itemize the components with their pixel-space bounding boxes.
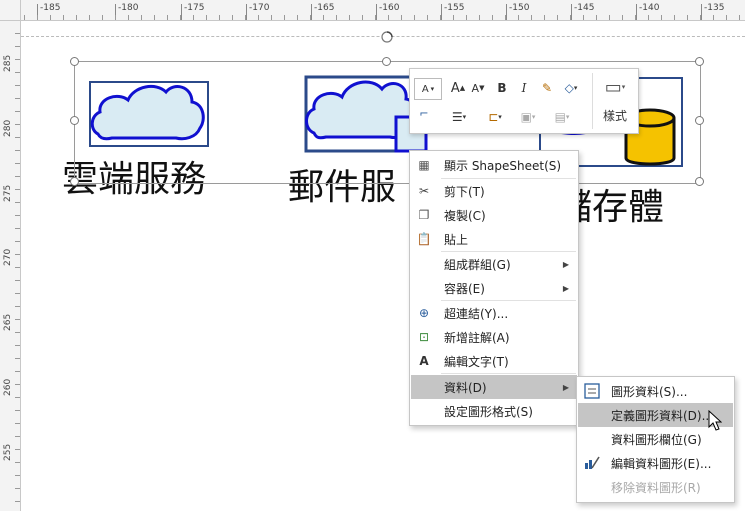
resize-handle-top-left[interactable] xyxy=(70,57,79,66)
ruler-label: 265 xyxy=(3,313,13,331)
submenu-item-label: 圖形資料(S)... xyxy=(611,384,688,399)
submenu-item-label: 編輯資料圖形(E)... xyxy=(611,456,712,471)
ruler-label: 285 xyxy=(3,54,13,72)
italic-icon[interactable]: I xyxy=(516,78,532,98)
menu-item-label: 顯示 ShapeSheet(S) xyxy=(444,158,562,173)
shape-data-icon xyxy=(584,383,600,399)
menu-item-edit-text[interactable]: A 編輯文字(T) xyxy=(411,349,577,373)
comment-icon: ⊡ xyxy=(418,330,430,344)
ruler-label: -175 xyxy=(184,3,205,13)
align-text-icon[interactable]: ☰ ▾ xyxy=(448,107,470,127)
ruler-label: 260 xyxy=(3,378,13,396)
ruler-label: -150 xyxy=(509,3,530,13)
ruler-label: -170 xyxy=(249,3,270,13)
mini-toolbar: A ▾ A ▲ A ▼ B I ✎ ◇ ▾ ⌐ ☰ ▾ ⊏ ▾ ▣ ▾ ▤ ▾ ▭ ▾ 樣式 xyxy=(409,68,639,134)
context-menu: ▦ 顯示 ShapeSheet(S) ✂ 剪下(T) ❐ 複製(C) 📋 貼上 … xyxy=(409,150,579,426)
font-name-button[interactable]: A ▾ xyxy=(414,78,442,100)
text-icon: A xyxy=(419,354,429,368)
bold-icon[interactable]: B xyxy=(494,78,510,98)
ruler-label: -160 xyxy=(379,3,400,13)
submenu-item-label: 資料圖形欄位(G) xyxy=(611,432,702,447)
submenu-item-remove-data-graphic[interactable]: 移除資料圖形(R) xyxy=(578,475,733,499)
menu-item-add-comment[interactable]: ⊡ 新增註解(A) xyxy=(411,325,577,349)
edit-data-graphic-icon xyxy=(585,456,600,469)
ruler-label: -145 xyxy=(574,3,595,13)
resize-handle-left[interactable] xyxy=(70,116,79,125)
menu-item-label: 貼上 xyxy=(444,232,469,247)
ruler-label: -185 xyxy=(40,3,61,13)
grow-font-icon[interactable]: A ▲ xyxy=(450,78,466,98)
connector-icon[interactable]: ⌐ xyxy=(414,103,434,123)
menu-item-group[interactable]: 組成群組(G) ▶ xyxy=(411,252,577,276)
resize-handle-right[interactable] xyxy=(695,116,704,125)
submenu-item-label: 移除資料圖形(R) xyxy=(611,480,701,495)
style-gallery-icon[interactable]: ▭ ▾ xyxy=(600,75,630,99)
resize-handle-bottom-left[interactable] xyxy=(70,177,79,186)
ruler-label: 275 xyxy=(3,184,13,202)
menu-item-data[interactable]: 資料(D) ▶ xyxy=(411,375,577,399)
submenu-arrow-icon: ▶ xyxy=(562,283,569,293)
position-icon[interactable]: ⊏ ▾ xyxy=(484,107,506,127)
menu-item-label: 設定圖形格式(S) xyxy=(444,404,533,419)
paste-icon: 📋 xyxy=(416,232,432,246)
resize-handle-top-right[interactable] xyxy=(695,57,704,66)
menu-item-container[interactable]: 容器(E) ▶ xyxy=(411,276,577,300)
ruler-label: 280 xyxy=(3,119,13,137)
menu-item-label: 超連結(Y)... xyxy=(444,306,509,321)
submenu-item-label: 定義圖形資料(D)... xyxy=(611,408,714,423)
ruler-label: -155 xyxy=(444,3,465,13)
submenu-arrow-icon: ▶ xyxy=(562,259,569,269)
data-submenu: 圖形資料(S)... 定義圖形資料(D)... 資料圖形欄位(G) 編輯資料圖形… xyxy=(576,376,735,503)
send-backward-icon[interactable]: ▤ ▾ xyxy=(550,107,574,127)
menu-item-paste[interactable]: 📋 貼上 xyxy=(411,227,577,251)
menu-item-show-shapesheet[interactable]: ▦ 顯示 ShapeSheet(S) xyxy=(411,153,577,177)
menu-item-label: 剪下(T) xyxy=(444,184,485,199)
style-button-label[interactable]: 樣式 xyxy=(598,105,632,125)
menu-item-label: 新增註解(A) xyxy=(444,330,510,345)
menu-item-hyperlink[interactable]: ⊕ 超連結(Y)... xyxy=(411,301,577,325)
bring-forward-icon[interactable]: ▣ ▾ xyxy=(516,107,540,127)
hyperlink-icon: ⊕ xyxy=(418,306,430,320)
vertical-ruler[interactable]: 285 280 275 270 265 260 255 xyxy=(0,20,21,511)
ruler-label: -140 xyxy=(639,3,660,13)
ruler-corner xyxy=(0,0,21,21)
shapesheet-icon: ▦ xyxy=(418,158,430,172)
resize-handle-top[interactable] xyxy=(382,57,391,66)
submenu-item-edit-data-graphic[interactable]: 編輯資料圖形(E)... xyxy=(578,451,733,475)
submenu-arrow-icon: ▶ xyxy=(562,382,569,392)
rotate-handle-icon[interactable] xyxy=(380,30,394,44)
resize-handle-bottom-right[interactable] xyxy=(695,177,704,186)
shrink-font-icon[interactable]: A ▼ xyxy=(470,78,486,98)
menu-item-copy[interactable]: ❐ 複製(C) xyxy=(411,203,577,227)
ruler-label: -135 xyxy=(704,3,725,13)
fill-color-icon[interactable]: ◇ ▾ xyxy=(558,78,584,98)
copy-icon: ❐ xyxy=(418,208,430,222)
mouse-pointer-icon xyxy=(708,410,722,431)
ruler-label: 255 xyxy=(3,443,13,461)
menu-item-label: 編輯文字(T) xyxy=(444,354,509,369)
menu-item-format-shape[interactable]: 設定圖形格式(S) xyxy=(411,399,577,423)
menu-item-label: 容器(E) xyxy=(444,281,485,296)
format-painter-icon[interactable]: ✎ xyxy=(538,78,556,98)
horizontal-ruler[interactable]: -185 -180 -175 -170 -165 -160 -155 -150 … xyxy=(0,0,745,21)
submenu-item-shape-data[interactable]: 圖形資料(S)... xyxy=(578,379,733,403)
menu-item-label: 複製(C) xyxy=(444,208,486,223)
menu-item-label: 組成群組(G) xyxy=(444,257,511,272)
ruler-label: -165 xyxy=(314,3,335,13)
menu-item-cut[interactable]: ✂ 剪下(T) xyxy=(411,179,577,203)
menu-item-label: 資料(D) xyxy=(444,380,487,395)
ruler-label: 270 xyxy=(3,248,13,266)
ruler-label: -180 xyxy=(118,3,139,13)
scissors-icon: ✂ xyxy=(418,184,430,198)
